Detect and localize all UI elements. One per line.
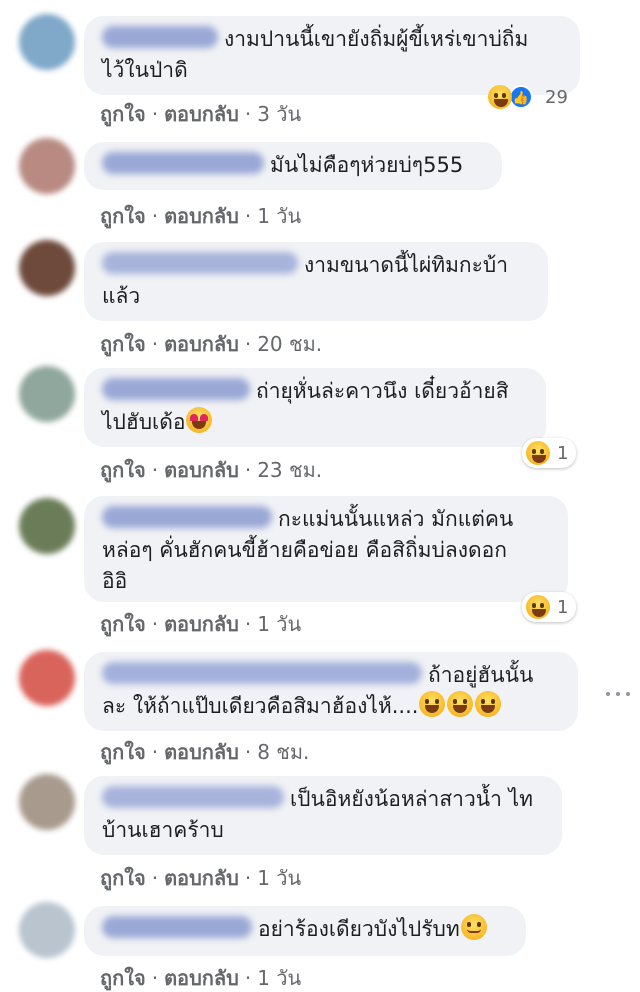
author-name-blurred[interactable] (102, 152, 264, 174)
like-link[interactable]: ถูกใจ (100, 102, 146, 126)
comment-actions: ถูกใจ · ตอบกลับ · 20 ชม. (100, 332, 323, 356)
reaction-summary[interactable]: 👍 29 (484, 82, 576, 112)
like-link[interactable]: ถูกใจ (100, 740, 146, 764)
reply-link[interactable]: ตอบกลับ (164, 966, 239, 990)
comment-time[interactable]: 1 วัน (257, 204, 301, 228)
comment-bubble: ถ่ายุหั่นล่ะคาวนึง เดี๋ยวอ้ายสิ ไปฮับเด้อ (84, 368, 546, 447)
like-link[interactable]: ถูกใจ (100, 204, 146, 228)
avatar[interactable] (19, 650, 75, 706)
author-name-blurred[interactable] (102, 662, 422, 684)
comment-text: อย่าร้องเดียวบังไปรับท (258, 917, 460, 941)
author-name-blurred[interactable] (102, 786, 284, 808)
avatar[interactable] (19, 774, 75, 830)
like-link[interactable]: ถูกใจ (100, 966, 146, 990)
comment-time[interactable]: 20 ชม. (257, 332, 322, 356)
like-link[interactable]: ถูกใจ (100, 332, 146, 356)
heart-eyes-emoji-icon (186, 407, 213, 433)
reply-link[interactable]: ตอบกลับ (164, 458, 239, 482)
like-reaction-icon: 👍 (509, 85, 533, 109)
reply-link[interactable]: ตอบกลับ (164, 102, 239, 126)
comment-bubble: อย่าร้องเดียวบังไปรับท (84, 906, 526, 956)
like-link[interactable]: ถูกใจ (100, 866, 146, 890)
laughing-emoji-icon (488, 85, 512, 109)
comment-bubble: กะแม่นนั้นแหล่ว มักแต่คน หล่อๆ คั่นฮักคนข… (84, 496, 568, 602)
author-name-blurred[interactable] (102, 378, 250, 400)
laughing-emoji-icon (526, 595, 550, 619)
avatar[interactable] (19, 498, 75, 554)
comment-actions: ถูกใจ · ตอบกลับ · 8 ชม. (100, 740, 310, 764)
laughing-emoji-icon (526, 441, 550, 465)
smiling-emoji-icon (460, 914, 487, 940)
author-name-blurred[interactable] (102, 916, 252, 938)
avatar[interactable] (19, 14, 75, 70)
comment-actions: ถูกใจ · ตอบกลับ · 1 วัน (100, 866, 302, 890)
reaction-count: 1 (557, 596, 569, 618)
reply-link[interactable]: ตอบกลับ (164, 204, 239, 228)
like-link[interactable]: ถูกใจ (100, 458, 146, 482)
comment-actions: ถูกใจ · ตอบกลับ · 3 วัน (100, 102, 302, 126)
comment-time[interactable]: 3 วัน (257, 102, 301, 126)
comment-time[interactable]: 1 วัน (257, 966, 301, 990)
comment-bubble: เป็นอิหยังน้อหล่าสาวน้ำ ไท บ้านเฮาคร้าบ (84, 776, 562, 855)
avatar[interactable] (19, 366, 75, 422)
comment-bubble: งามขนาดนี้ไผ่ทิมกะบ้า แล้ว (84, 242, 548, 321)
avatar[interactable] (19, 240, 75, 296)
author-name-blurred[interactable] (102, 506, 272, 528)
comment-actions: ถูกใจ · ตอบกลับ · 1 วัน (100, 612, 302, 636)
grinning-sweat-emoji-icon (475, 691, 502, 717)
comment-time[interactable]: 8 ชม. (257, 740, 309, 764)
more-options-icon[interactable] (606, 690, 630, 698)
author-name-blurred[interactable] (102, 26, 218, 48)
comment-bubble: ถ้าอยู่ฮันนั้น ละ ให้ถ้าแป๊บเดียวคือสิมาฮ… (84, 652, 578, 731)
comment-text: มันไม่คือๆห่วยบ่ๆ555 (270, 153, 464, 177)
reaction-summary[interactable]: 1 (522, 438, 577, 468)
avatar[interactable] (19, 902, 75, 958)
comment-actions: ถูกใจ · ตอบกลับ · 1 วัน (100, 204, 302, 228)
comment-time[interactable]: 1 วัน (257, 866, 301, 890)
grinning-sweat-emoji-icon (447, 691, 474, 717)
grinning-sweat-emoji-icon (419, 691, 446, 717)
author-name-blurred[interactable] (102, 252, 298, 274)
avatar[interactable] (19, 138, 75, 194)
reply-link[interactable]: ตอบกลับ (164, 866, 239, 890)
comment-time[interactable]: 1 วัน (257, 612, 301, 636)
reaction-count: 1 (557, 442, 569, 464)
comment-bubble: มันไม่คือๆห่วยบ่ๆ555 (84, 142, 502, 190)
comment-actions: ถูกใจ · ตอบกลับ · 1 วัน (100, 966, 302, 990)
reply-link[interactable]: ตอบกลับ (164, 612, 239, 636)
reaction-count: 29 (545, 86, 568, 108)
reaction-summary[interactable]: 1 (522, 592, 577, 622)
reply-link[interactable]: ตอบกลับ (164, 740, 239, 764)
reply-link[interactable]: ตอบกลับ (164, 332, 239, 356)
comment-time[interactable]: 23 ชม. (257, 458, 322, 482)
comment-actions: ถูกใจ · ตอบกลับ · 23 ชม. (100, 458, 323, 482)
like-link[interactable]: ถูกใจ (100, 612, 146, 636)
